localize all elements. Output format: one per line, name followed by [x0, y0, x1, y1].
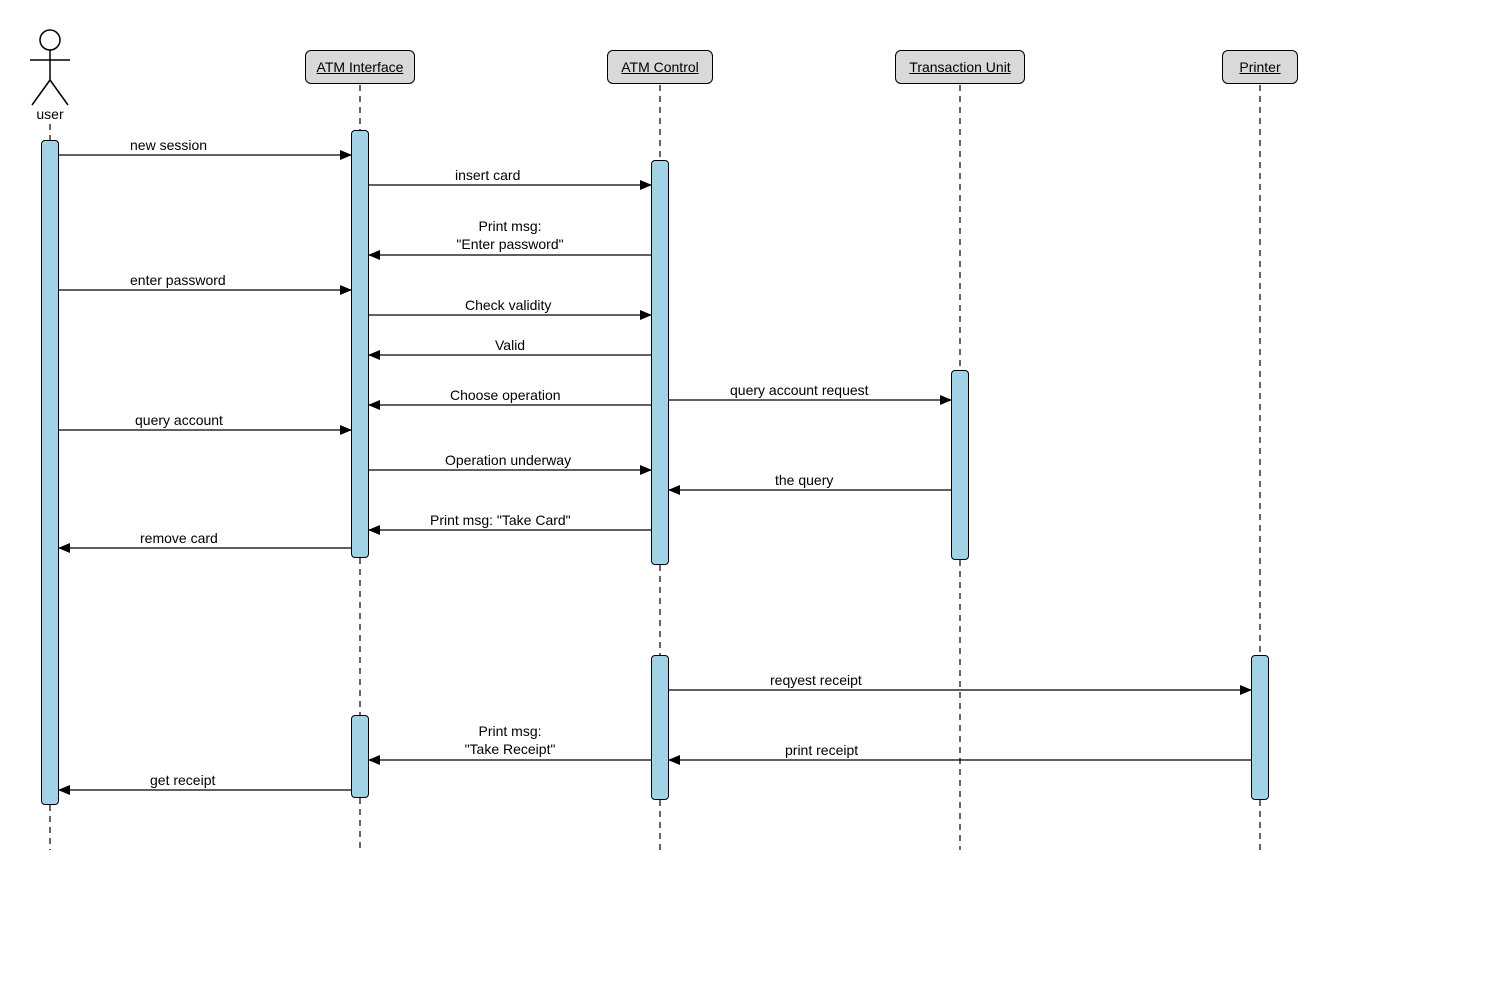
sequence-diagram: user ATM Interface ATM Control Transacti… — [0, 0, 1492, 993]
activation-user — [41, 140, 59, 805]
participant-printer: Printer — [1222, 50, 1298, 84]
msg-enter-password-prompt-l1: Print msg: — [478, 218, 541, 234]
msg-remove-card: remove card — [140, 530, 218, 546]
activation-atm-interface-2 — [351, 715, 369, 798]
actor-label: user — [20, 106, 80, 122]
participant-atm-interface: ATM Interface — [305, 50, 415, 84]
msg-print-receipt: print receipt — [785, 742, 858, 758]
msg-enter-password-prompt-l2: "Enter password" — [456, 236, 563, 252]
actor-icon — [30, 30, 70, 105]
activation-transaction-unit — [951, 370, 969, 560]
participant-atm-control: ATM Control — [607, 50, 713, 84]
msg-insert-card: insert card — [455, 167, 520, 183]
msg-enter-password: enter password — [130, 272, 226, 288]
msg-take-receipt-prompt-l2: "Take Receipt" — [465, 741, 556, 757]
msg-enter-password-prompt: Print msg: "Enter password" — [420, 218, 600, 253]
activation-atm-control-1 — [651, 160, 669, 565]
activation-atm-interface-1 — [351, 130, 369, 558]
msg-operation-underway: Operation underway — [445, 452, 571, 468]
msg-query-account: query account — [135, 412, 223, 428]
msg-valid: Valid — [495, 337, 525, 353]
msg-take-receipt-prompt-l1: Print msg: — [478, 723, 541, 739]
msg-take-receipt-prompt: Print msg: "Take Receipt" — [420, 723, 600, 758]
activation-printer — [1251, 655, 1269, 800]
msg-check-validity: Check validity — [465, 297, 551, 313]
msg-query-account-request: query account request — [730, 382, 869, 398]
msg-new-session: new session — [130, 137, 207, 153]
diagram-svg — [0, 0, 1492, 993]
msg-take-card-prompt: Print msg: "Take Card" — [430, 512, 571, 528]
msg-request-receipt: reqyest receipt — [770, 672, 862, 688]
msg-the-query: the query — [775, 472, 833, 488]
participant-transaction-unit: Transaction Unit — [895, 50, 1025, 84]
msg-get-receipt: get receipt — [150, 772, 215, 788]
msg-choose-operation: Choose operation — [450, 387, 561, 403]
activation-atm-control-2 — [651, 655, 669, 800]
